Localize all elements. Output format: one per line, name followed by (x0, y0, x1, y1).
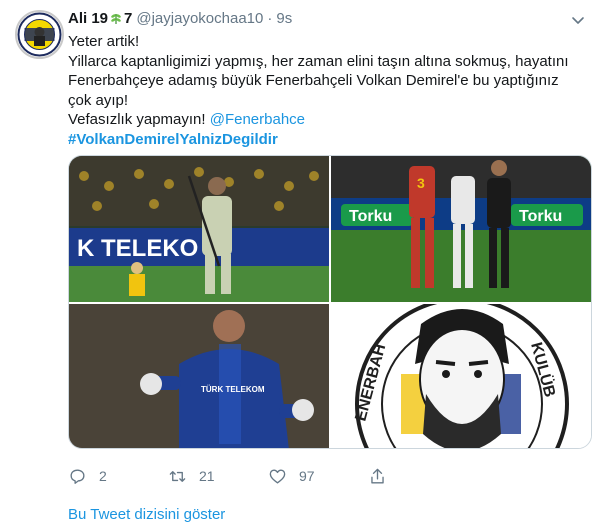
tweet-line-3: Fenerbahçeye adamış büyük Fenerbahçeli V… (68, 72, 559, 89)
tweet-line-5: Vefasızlık yapmayın! @Fenerbahce (68, 110, 588, 130)
tweet-line-5-text: Vefasızlık yapmayın! (68, 111, 210, 128)
tweet-timestamp[interactable]: 9s (276, 10, 292, 27)
photo-illustration-crest[interactable]: ENERBAH KULÜB (331, 304, 592, 449)
retweet-icon (169, 470, 186, 482)
reply-count: 2 (99, 468, 107, 484)
retweet-button[interactable]: 21 (168, 466, 215, 486)
photo3-sponsor-text: TÜRK TELEKOM (201, 385, 265, 394)
mention-link[interactable]: @Fenerbahce (210, 111, 305, 128)
share-button[interactable] (368, 466, 387, 486)
photo1-board-text: K TELEKO (77, 235, 198, 262)
photo-goalkeeper-celebrating[interactable]: TÜRK TELEKOM (69, 304, 329, 449)
photo-goalkeeper-with-child[interactable]: K TELEKO (69, 156, 329, 302)
reply-icon (70, 468, 85, 484)
tweet-header: Ali 19 7 @jayjayokochaa10 · 9s (68, 10, 292, 30)
tweet-text: Yeter artik! Yillarca kaptanligimizi yap… (68, 32, 588, 149)
tweet-line-4: çok ayıp! (68, 91, 129, 109)
author-name[interactable]: Ali 19 7 (68, 10, 132, 27)
author-handle[interactable]: @jayjayokochaa10 (136, 10, 263, 27)
heart-icon (269, 468, 286, 484)
tweet-actions: 2 21 97 (68, 466, 488, 486)
photo-match-referee[interactable]: Torku Torku 3 (331, 156, 592, 302)
avatar[interactable] (15, 10, 64, 59)
separator-dot: · (267, 10, 273, 27)
show-thread-link[interactable]: Bu Tweet dizisini göster (68, 506, 225, 523)
tweet-line-2: Yillarca kaptanligimizi yapmış, her zama… (68, 52, 569, 70)
herb-emoji-icon (111, 14, 121, 24)
share-icon (371, 468, 384, 484)
tweet-line-1: Yeter artik! (68, 33, 140, 50)
hashtag-link[interactable]: #VolkanDemirelYalnizDegildir (68, 131, 278, 148)
author-name-suffix: 7 (124, 10, 133, 27)
like-count: 97 (299, 468, 315, 484)
photo2-banner-a: Torku (349, 208, 392, 225)
chevron-down-icon[interactable] (570, 12, 586, 28)
author-name-text: Ali 19 (68, 10, 109, 27)
photo2-banner-b: Torku (519, 208, 562, 225)
photo2-jersey-number: 3 (417, 175, 425, 191)
media-grid[interactable]: K TELEKO Torku Torku 3 TÜRK TELEKOM ENER… (68, 155, 592, 449)
reply-button[interactable]: 2 (68, 466, 107, 486)
like-button[interactable]: 97 (268, 466, 315, 486)
fenerbahce-crest-avatar (17, 12, 62, 57)
retweet-count: 21 (199, 468, 215, 484)
